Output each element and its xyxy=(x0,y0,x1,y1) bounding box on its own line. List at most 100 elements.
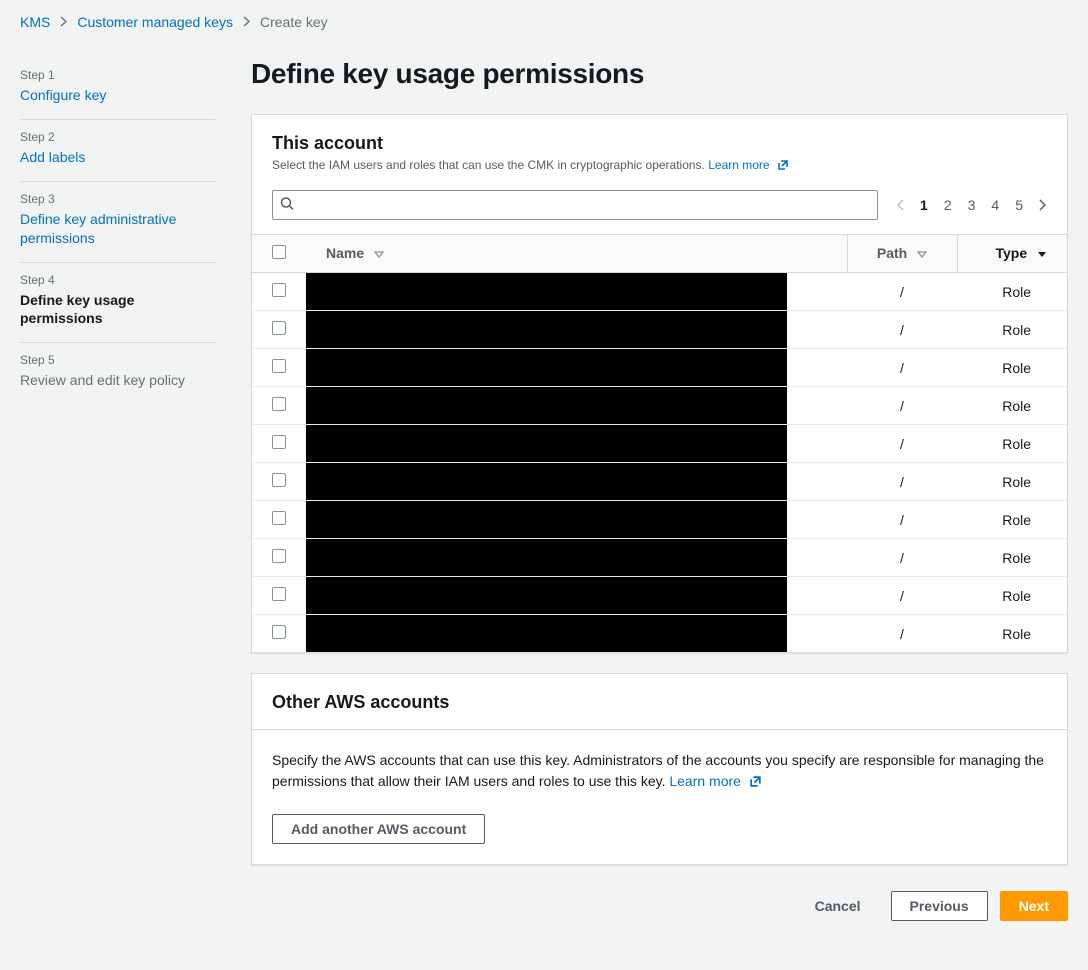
page-number[interactable]: 1 xyxy=(920,197,928,213)
chevron-left-icon xyxy=(896,199,904,211)
page-number[interactable]: 5 xyxy=(1015,197,1023,213)
row-checkbox[interactable] xyxy=(272,511,286,525)
cell-type: Role xyxy=(957,577,1067,615)
step-title: Configure key xyxy=(20,86,215,105)
row-checkbox[interactable] xyxy=(272,435,286,449)
row-checkbox[interactable] xyxy=(272,549,286,563)
other-accounts-desc: Specify the AWS accounts that can use th… xyxy=(272,750,1047,794)
sort-icon xyxy=(917,246,927,262)
table-row: /Role xyxy=(252,615,1067,653)
cancel-button[interactable]: Cancel xyxy=(797,892,879,920)
cell-type: Role xyxy=(957,273,1067,311)
row-checkbox[interactable] xyxy=(272,473,286,487)
step-3[interactable]: Step 3 Define key administrative permiss… xyxy=(20,182,215,263)
learn-more-link[interactable]: Learn more xyxy=(708,158,789,172)
cell-name xyxy=(306,349,847,387)
cell-type: Role xyxy=(957,311,1067,349)
this-account-panel: This account Select the IAM users and ro… xyxy=(251,114,1068,653)
pagination: 1 2 3 4 5 xyxy=(896,197,1047,213)
step-title: Review and edit key policy xyxy=(20,371,215,390)
step-4: Step 4 Define key usage permissions xyxy=(20,263,215,344)
redacted-name xyxy=(306,311,787,348)
cell-path: / xyxy=(847,387,957,425)
cell-name xyxy=(306,463,847,501)
column-type[interactable]: Type xyxy=(957,235,1067,273)
select-all-checkbox[interactable] xyxy=(272,245,286,259)
cell-name xyxy=(306,539,847,577)
cell-type: Role xyxy=(957,539,1067,577)
step-2[interactable]: Step 2 Add labels xyxy=(20,120,215,182)
row-checkbox[interactable] xyxy=(272,625,286,639)
page-number[interactable]: 3 xyxy=(968,197,976,213)
this-account-desc: Select the IAM users and roles that can … xyxy=(272,158,1047,174)
step-5: Step 5 Review and edit key policy xyxy=(20,343,215,404)
breadcrumb-kms[interactable]: KMS xyxy=(20,14,50,30)
chevron-right-icon xyxy=(1039,199,1047,211)
table-row: /Role xyxy=(252,501,1067,539)
cell-type: Role xyxy=(957,463,1067,501)
cell-path: / xyxy=(847,501,957,539)
redacted-name xyxy=(306,349,787,386)
sort-desc-icon xyxy=(1037,246,1047,262)
other-accounts-heading: Other AWS accounts xyxy=(272,692,1047,713)
cell-path: / xyxy=(847,539,957,577)
row-checkbox[interactable] xyxy=(272,321,286,335)
breadcrumb: KMS Customer managed keys Create key xyxy=(0,0,1088,40)
external-link-icon xyxy=(777,159,789,174)
column-name[interactable]: Name xyxy=(306,235,847,273)
redacted-name xyxy=(306,273,787,310)
page-number[interactable]: 2 xyxy=(944,197,952,213)
step-title: Define key administrative permissions xyxy=(20,210,215,248)
add-another-account-button[interactable]: Add another AWS account xyxy=(272,814,485,844)
breadcrumb-current: Create key xyxy=(260,14,328,30)
cell-name xyxy=(306,311,847,349)
step-label: Step 4 xyxy=(20,273,215,287)
search-input[interactable] xyxy=(272,190,878,220)
page-number[interactable]: 4 xyxy=(991,197,999,213)
row-checkbox[interactable] xyxy=(272,283,286,297)
search-input-wrap xyxy=(272,190,878,220)
step-1[interactable]: Step 1 Configure key xyxy=(20,58,215,120)
step-title: Add labels xyxy=(20,148,215,167)
redacted-name xyxy=(306,463,787,500)
wizard-footer: Cancel Previous Next xyxy=(251,885,1068,935)
cell-path: / xyxy=(847,311,957,349)
wizard-steps: Step 1 Configure key Step 2 Add labels S… xyxy=(20,40,215,965)
sort-icon xyxy=(374,246,384,262)
breadcrumb-customer-managed-keys[interactable]: Customer managed keys xyxy=(77,14,233,30)
step-label: Step 2 xyxy=(20,130,215,144)
row-checkbox[interactable] xyxy=(272,359,286,373)
table-row: /Role xyxy=(252,349,1067,387)
table-row: /Role xyxy=(252,577,1067,615)
cell-name xyxy=(306,615,847,653)
cell-path: / xyxy=(847,577,957,615)
page-title: Define key usage permissions xyxy=(251,40,1068,114)
step-label: Step 5 xyxy=(20,353,215,367)
cell-path: / xyxy=(847,463,957,501)
redacted-name xyxy=(306,425,787,462)
cell-name xyxy=(306,501,847,539)
cell-type: Role xyxy=(957,501,1067,539)
cell-name xyxy=(306,273,847,311)
row-checkbox[interactable] xyxy=(272,587,286,601)
table-row: /Role xyxy=(252,463,1067,501)
cell-type: Role xyxy=(957,387,1067,425)
cell-name xyxy=(306,387,847,425)
next-button[interactable]: Next xyxy=(1000,891,1068,921)
redacted-name xyxy=(306,615,787,652)
previous-button[interactable]: Previous xyxy=(891,891,988,921)
step-label: Step 1 xyxy=(20,68,215,82)
cell-path: / xyxy=(847,425,957,463)
other-accounts-panel: Other AWS accounts Specify the AWS accou… xyxy=(251,673,1068,865)
redacted-name xyxy=(306,501,787,538)
page-next[interactable] xyxy=(1039,199,1047,211)
table-row: /Role xyxy=(252,273,1067,311)
cell-type: Role xyxy=(957,349,1067,387)
redacted-name xyxy=(306,577,787,614)
cell-name xyxy=(306,577,847,615)
page-prev[interactable] xyxy=(896,199,904,211)
column-path[interactable]: Path xyxy=(847,235,957,273)
cell-path: / xyxy=(847,615,957,653)
learn-more-link[interactable]: Learn more xyxy=(669,773,761,789)
row-checkbox[interactable] xyxy=(272,397,286,411)
